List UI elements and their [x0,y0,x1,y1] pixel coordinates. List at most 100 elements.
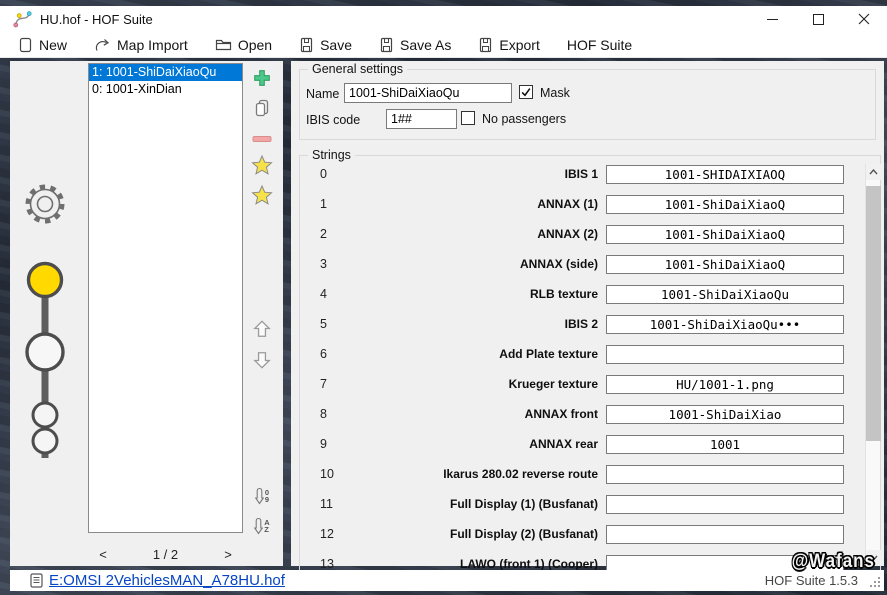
open-folder-icon [215,37,232,52]
name-label: Name [306,87,339,101]
row-value-input[interactable]: 1001 [606,435,844,454]
name-input[interactable] [344,83,512,103]
row-value-input[interactable]: 1001-SHIDAIXIAOQ [606,165,844,184]
string-row: 3 ANNAX (side) 1001-ShiDaiXiaoQ [308,249,840,279]
row-value-input[interactable]: 1001-ShiDaiXiaoQu [606,285,844,304]
arrow-down-icon [252,349,272,371]
row-value-input[interactable]: 1001-ShiDaiXiaoQ [606,225,844,244]
scroll-up-button[interactable] [866,164,881,180]
route-navigator[interactable] [17,175,73,465]
favorite-1-button[interactable] [250,153,274,177]
string-row: 12 Full Display (2) (Busfanat) [308,519,840,549]
row-value-input[interactable] [606,345,844,364]
next-page-button[interactable]: > [213,547,243,562]
scrollbar-thumb[interactable] [866,186,881,441]
row-value-input[interactable]: 1001-ShiDaiXiao [606,405,844,424]
row-label: Krueger texture [350,377,598,391]
map-import-icon [94,37,111,53]
row-label: Full Display (2) (Busfanat) [350,527,598,541]
window-title: HU.hof - HOF Suite [40,12,153,27]
row-index: 12 [320,527,350,541]
row-index: 7 [320,377,350,391]
file-icon [30,573,43,588]
list-item[interactable]: 1: 1001-ShiDaiXiaoQu [89,64,242,81]
string-row: 5 IBIS 2 1001-ShiDaiXiaoQu••• [308,309,840,339]
maximize-icon [813,14,824,25]
string-row: 0 IBIS 1 1001-SHIDAIXIAOQ [308,159,840,189]
row-value-input[interactable]: 1001-ShiDaiXiaoQ [606,195,844,214]
sort-arrow-icon [255,487,264,505]
status-bar: E:OMSI 2VehiclesMAN_A78HU.hof HOF Suite … [10,570,884,591]
favorite-2-button[interactable] [250,183,274,207]
ibis-code-input[interactable] [386,109,457,129]
duplicate-entry-button[interactable] [250,96,274,120]
stop-node-small-1[interactable] [33,403,57,427]
mask-label: Mask [540,86,570,100]
sort-alpha-button[interactable]: A Z [250,514,274,538]
arrow-up-icon [252,318,272,340]
save-as-button[interactable]: Save As [379,37,451,53]
entries-list[interactable]: 1: 1001-ShiDaiXiaoQu0: 1001-XinDian [88,63,243,533]
stop-node-small-2[interactable] [33,429,57,453]
close-button[interactable] [841,6,887,32]
row-value-input[interactable] [606,495,844,514]
prev-page-button[interactable]: < [88,547,118,562]
file-path-link[interactable]: E:OMSI 2VehiclesMAN_A78HU.hof [49,572,285,589]
resize-grip[interactable] [869,576,881,588]
page-indicator: 1 / 2 [118,547,213,562]
copy-icon [253,98,271,118]
hof-suite-button[interactable]: HOF Suite [567,37,632,53]
row-value-input[interactable] [606,525,844,544]
string-row: 1 ANNAX (1) 1001-ShiDaiXiaoQ [308,189,840,219]
strings-rows: 0 IBIS 1 1001-SHIDAIXIAOQ 1 ANNAX (1) 10… [308,159,840,579]
row-index: 6 [320,347,350,361]
stop-node-large[interactable] [27,334,63,370]
row-label: LAWO (front 1) (Cooper) [350,557,598,571]
row-label: ANNAX front [350,407,598,421]
minus-icon [252,135,272,143]
minimize-button[interactable] [749,6,795,32]
stop-node-selected[interactable] [29,264,62,297]
plus-icon [252,68,272,88]
save-as-icon [379,37,394,53]
move-down-button[interactable] [250,348,274,372]
row-label: RLB texture [350,287,598,301]
new-button[interactable]: New [18,37,67,53]
add-entry-button[interactable] [250,66,274,90]
row-label: ANNAX rear [350,437,598,451]
gear-icon[interactable] [28,187,62,221]
maximize-button[interactable] [795,6,841,32]
remove-entry-button[interactable] [250,127,274,151]
row-index: 3 [320,257,350,271]
star-icon [251,184,273,206]
export-button[interactable]: Export [478,37,539,53]
app-icon [13,10,32,29]
pagination: < 1 / 2 > [88,547,243,562]
open-button[interactable]: Open [215,37,272,53]
row-label: ANNAX (2) [350,227,598,241]
export-icon [478,37,493,53]
row-value-input[interactable]: HU/1001-1.png [606,375,844,394]
move-up-button[interactable] [250,317,274,341]
map-import-button[interactable]: Map Import [94,37,188,53]
strings-scrollbar[interactable] [865,164,880,566]
strings-group: Strings 0 IBIS 1 1001-SHIDAIXIAOQ 1 ANNA… [299,155,881,575]
sort-numeric-button[interactable]: 0 9 [250,484,274,508]
row-index: 2 [320,227,350,241]
watermark: @Wafans [792,550,875,573]
general-settings-group: General settings Name Mask IBIS code No … [299,69,876,140]
mask-checkbox[interactable] [519,85,533,99]
list-item[interactable]: 0: 1001-XinDian [89,81,242,98]
title-bar: HU.hof - HOF Suite [0,6,887,32]
row-label: IBIS 2 [350,317,598,331]
row-value-input[interactable]: 1001-ShiDaiXiaoQ [606,255,844,274]
row-value-input[interactable]: 1001-ShiDaiXiaoQu••• [606,315,844,334]
row-label: ANNAX (side) [350,257,598,271]
save-button[interactable]: Save [299,37,352,53]
row-index: 0 [320,167,350,181]
settings-panel: General settings Name Mask IBIS code No … [291,61,884,566]
no-passengers-checkbox[interactable] [461,111,475,125]
chevron-up-icon [869,169,878,175]
row-value-input[interactable] [606,465,844,484]
string-row: 10 Ikarus 280.02 reverse route [308,459,840,489]
